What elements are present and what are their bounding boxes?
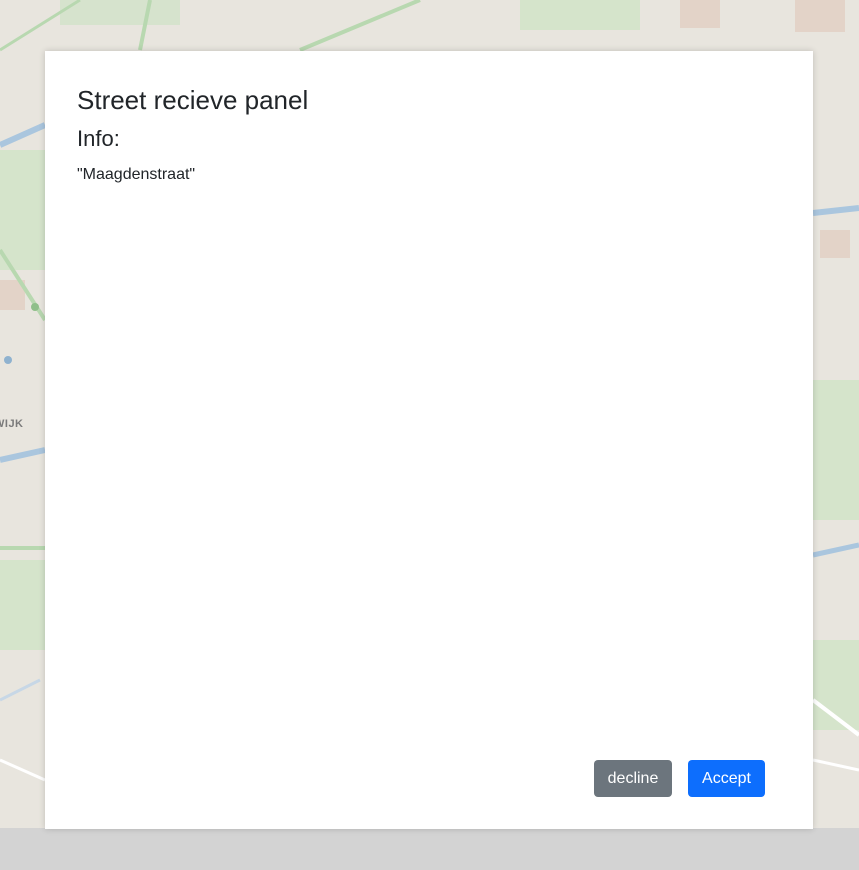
- info-heading: Info:: [77, 126, 120, 151]
- bottom-overlay-strip: [0, 828, 859, 870]
- decline-button[interactable]: decline: [594, 760, 672, 797]
- street-receive-panel: Street recieve panel Info: "Maagdenstraa…: [45, 51, 813, 829]
- accept-button[interactable]: Accept: [688, 760, 765, 797]
- street-name-value: "Maagdenstraat": [77, 166, 196, 183]
- map-place-label: WIJK: [0, 418, 24, 430]
- panel-title: Street recieve panel: [77, 85, 309, 115]
